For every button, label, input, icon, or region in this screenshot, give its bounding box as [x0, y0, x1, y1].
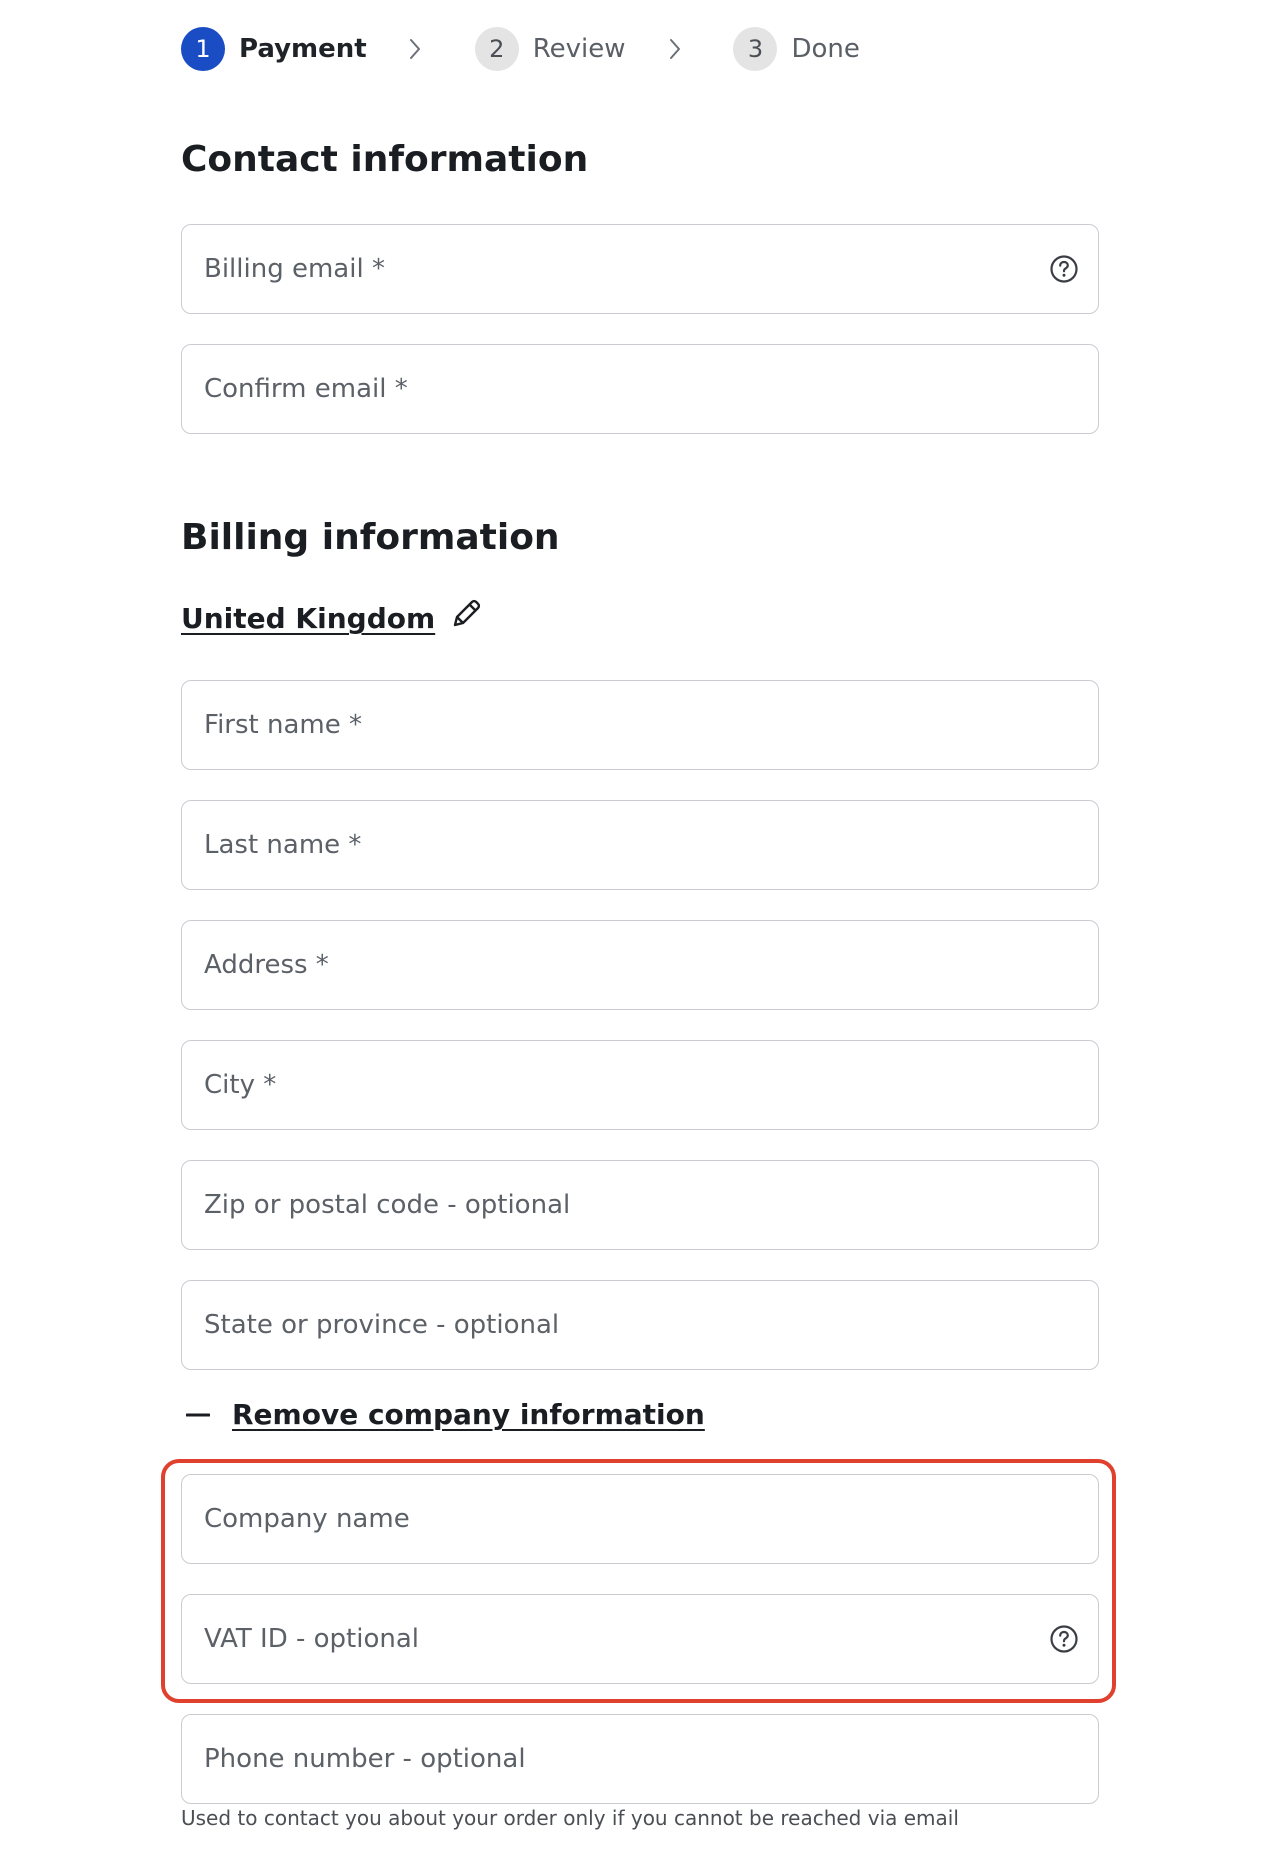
last-name-field[interactable] [181, 800, 1099, 890]
zip-code-input[interactable] [182, 1161, 1098, 1249]
phone-helper-text: Used to contact you about your order onl… [181, 1806, 959, 1830]
state-province-input[interactable] [182, 1281, 1098, 1369]
chevron-right-icon [407, 37, 423, 61]
last-name-input[interactable] [182, 801, 1098, 889]
company-name-field[interactable] [181, 1474, 1099, 1564]
country-selector[interactable]: United Kingdom [181, 599, 483, 635]
billing-email-input[interactable] [182, 225, 1098, 313]
state-province-field[interactable] [181, 1280, 1099, 1370]
vat-id-input[interactable] [182, 1595, 1098, 1683]
phone-number-input[interactable] [182, 1715, 1098, 1803]
step-label: Payment [239, 34, 367, 64]
step-payment: 1 Payment [181, 27, 367, 71]
step-number-badge: 3 [733, 27, 778, 71]
first-name-field[interactable] [181, 680, 1099, 770]
zip-code-field[interactable] [181, 1160, 1099, 1250]
step-review: 2 Review [474, 27, 626, 71]
step-done: 3 Done [733, 27, 860, 71]
confirm-email-input[interactable] [182, 345, 1098, 433]
city-input[interactable] [182, 1041, 1098, 1129]
remove-company-info-button[interactable]: Remove company information [186, 1398, 705, 1431]
checkout-stepper: 1 Payment 2 Review 3 Done [181, 26, 860, 72]
remove-company-info-label[interactable]: Remove company information [232, 1398, 705, 1431]
chevron-right-icon [667, 37, 683, 61]
question-circle-icon[interactable] [1048, 1623, 1080, 1655]
step-number-badge: 1 [181, 27, 225, 71]
contact-information-heading: Contact information [181, 139, 589, 180]
billing-email-field[interactable] [181, 224, 1099, 314]
vat-id-field[interactable] [181, 1594, 1099, 1684]
company-name-input[interactable] [182, 1475, 1098, 1563]
question-circle-icon[interactable] [1048, 253, 1080, 285]
address-input[interactable] [182, 921, 1098, 1009]
address-field[interactable] [181, 920, 1099, 1010]
step-label: Review [532, 34, 626, 64]
city-field[interactable] [181, 1040, 1099, 1130]
phone-number-field[interactable] [181, 1714, 1099, 1804]
pencil-icon[interactable] [449, 597, 483, 631]
first-name-input[interactable] [182, 681, 1098, 769]
step-number-badge: 2 [474, 27, 519, 71]
country-link[interactable]: United Kingdom [181, 602, 435, 635]
minus-icon [186, 1403, 210, 1427]
billing-information-heading: Billing information [181, 517, 560, 558]
step-label: Done [791, 34, 860, 64]
confirm-email-field[interactable] [181, 344, 1099, 434]
